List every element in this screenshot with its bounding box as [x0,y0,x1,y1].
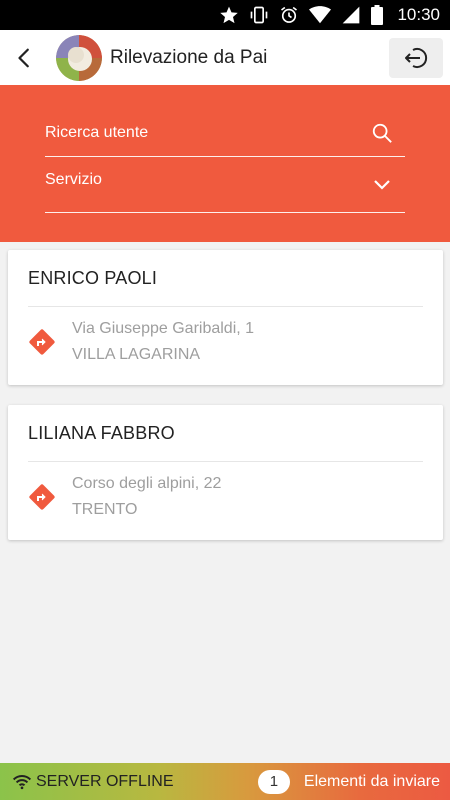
user-card[interactable]: LILIANA FABBRO Corso degli alpini, 22 TR… [8,405,443,540]
directions-icon[interactable] [28,328,56,356]
app-logo [56,34,102,81]
alarm-icon [279,5,299,25]
clock: 10:30 [397,5,440,24]
search-field [45,109,405,157]
no-sim-icon [341,5,361,25]
status-bar: 10:30 [0,0,450,30]
service-label: Servizio [45,171,102,188]
sync-status-bar[interactable]: SERVER OFFLINE 1 Elementi da inviare [0,763,450,800]
app-title: Rilevazione da Pai [110,46,268,68]
vibrate-icon [249,5,269,25]
user-name: LILIANA FABBRO [28,422,175,443]
server-status-label: SERVER OFFLINE [36,772,174,790]
service-dropdown[interactable]: Servizio [45,157,405,213]
search-icon[interactable] [371,122,393,144]
wifi-icon [12,774,32,790]
address-street: Corso degli alpini, 22 [72,475,222,492]
pending-items-label: Elementi da inviare [303,772,440,790]
chevron-down-icon [373,179,391,191]
user-name: ENRICO PAOLI [28,267,158,288]
battery-icon [371,5,384,25]
directions-icon[interactable] [28,483,56,511]
address-street: Via Giuseppe Garibaldi, 1 [72,320,255,337]
search-input[interactable] [45,123,345,142]
user-card[interactable]: ENRICO PAOLI Via Giuseppe Garibaldi, 1 V… [8,250,443,385]
user-address: Corso degli alpini, 22 TRENTO [8,462,443,540]
pending-count-badge: 1 [257,769,290,794]
back-button[interactable] [0,30,50,85]
arrow-back-icon [14,47,36,69]
filter-panel: Servizio [0,85,450,242]
app-bar: Rilevazione da Pai [0,30,450,85]
user-address: Via Giuseppe Garibaldi, 1 VILLA LAGARINA [8,307,443,385]
address-city: TRENTO [72,501,138,518]
server-status: SERVER OFFLINE [12,773,174,791]
logout-button[interactable] [389,37,443,78]
logout-icon [402,46,430,70]
address-city: VILLA LAGARINA [72,346,201,363]
wifi-icon [309,5,332,25]
star-icon [219,5,239,25]
